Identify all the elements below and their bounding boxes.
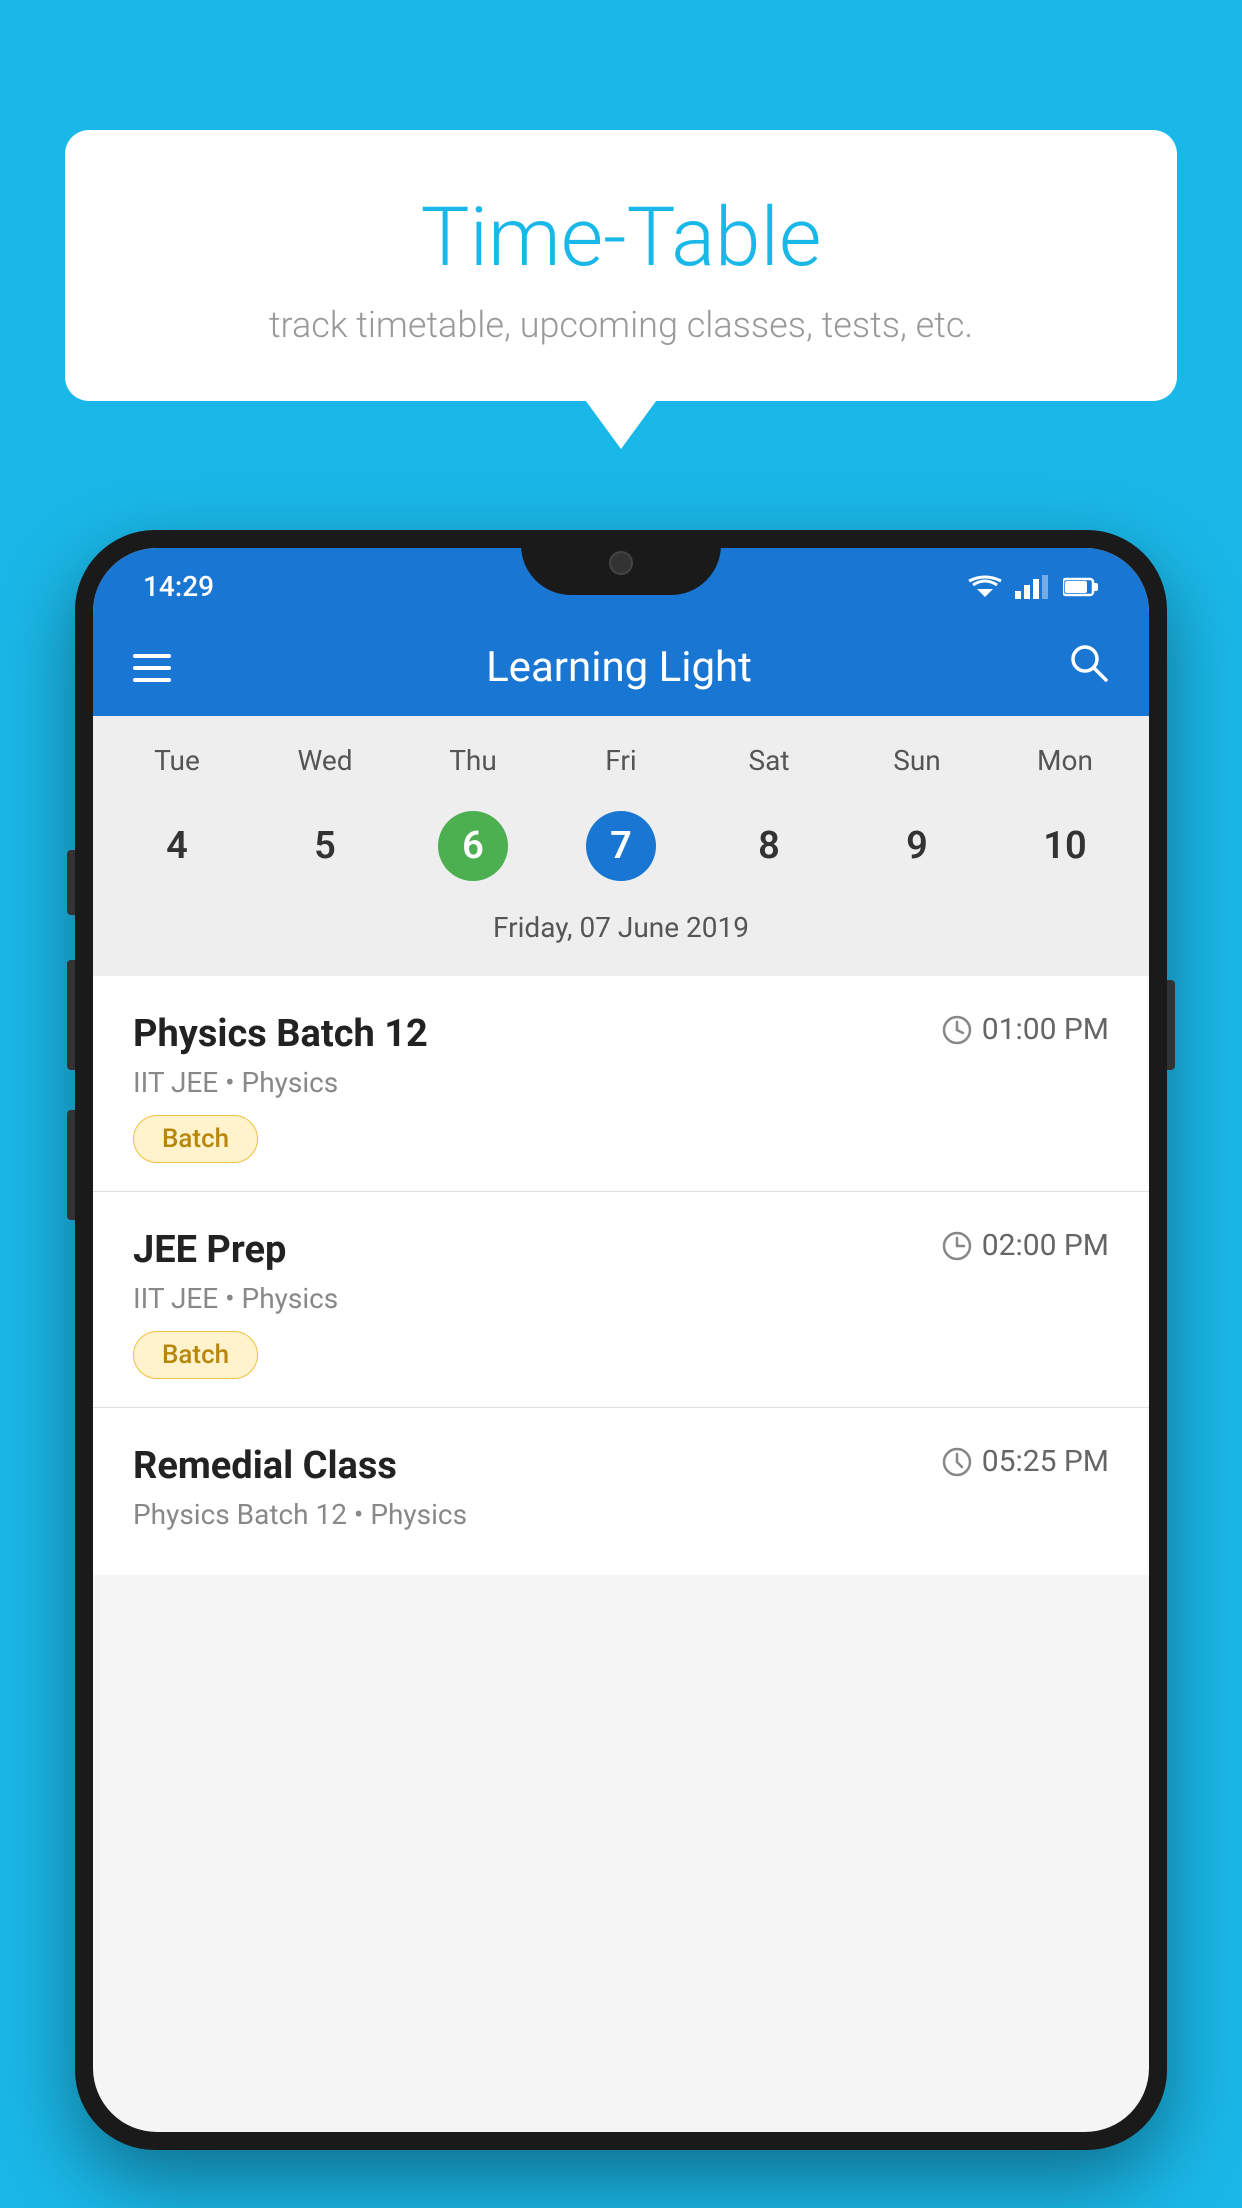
day-tue: Tue [103,736,251,785]
app-title: Learning Light [486,643,752,692]
bubble-subtitle: track timetable, upcoming classes, tests… [115,304,1127,346]
hamburger-line-1 [133,654,171,658]
volume-up-button [67,850,75,915]
date-8[interactable]: 8 [695,797,843,895]
status-icons [967,575,1099,599]
schedule-item-1-subtitle: IIT JEE • Physics [133,1066,1109,1099]
phone-notch [521,530,721,595]
schedule-item-1-header: Physics Batch 12 01:00 PM [133,1012,1109,1056]
clock-icon-2 [942,1231,972,1261]
schedule-item-3-subtitle: Physics Batch 12 • Physics [133,1498,1109,1531]
day-thu: Thu [399,736,547,785]
speech-bubble: Time-Table track timetable, upcoming cla… [65,130,1177,401]
schedule-item-1-title: Physics Batch 12 [133,1012,428,1056]
schedule-item-1-time-label: 01:00 PM [982,1012,1109,1047]
schedule-list: Physics Batch 12 01:00 PM IIT JEE • Phys… [93,976,1149,1575]
date-5[interactable]: 5 [251,797,399,895]
search-button[interactable] [1067,641,1109,694]
status-time: 14:29 [143,570,214,603]
date-10[interactable]: 10 [991,797,1139,895]
schedule-item-2-time-label: 02:00 PM [982,1228,1109,1263]
date-4[interactable]: 4 [103,797,251,895]
signal-icon [1015,575,1051,599]
date-9[interactable]: 9 [843,797,991,895]
schedule-item-2-subtitle: IIT JEE • Physics [133,1282,1109,1315]
hamburger-menu-button[interactable] [133,654,171,682]
clock-icon-1 [942,1015,972,1045]
day-mon: Mon [991,736,1139,785]
wifi-icon [967,575,1003,599]
front-camera [609,551,633,575]
schedule-item-3-time: 05:25 PM [942,1444,1109,1479]
schedule-item-3[interactable]: Remedial Class 05:25 PM Physics Batch 12… [93,1408,1149,1575]
silent-button [67,1110,75,1220]
clock-icon-3 [942,1447,972,1477]
schedule-item-2-tag: Batch [133,1331,258,1379]
phone-container: 14:29 [75,530,1167,2208]
dates-row: 4 5 6 7 8 9 10 [103,797,1139,895]
date-6[interactable]: 6 [399,797,547,895]
bubble-title: Time-Table [115,190,1127,286]
days-header: Tue Wed Thu Fri Sat Sun Mon [103,736,1139,785]
power-button [1167,980,1175,1070]
schedule-item-3-header: Remedial Class 05:25 PM [133,1444,1109,1488]
date-7[interactable]: 7 [547,797,695,895]
calendar-section: Tue Wed Thu Fri Sat Sun Mon 4 5 6 7 [93,716,1149,976]
volume-down-button [67,960,75,1070]
selected-date-label: Friday, 07 June 2019 [103,911,1139,956]
app-bar: Learning Light [93,619,1149,716]
phone-frame: 14:29 [75,530,1167,2150]
day-wed: Wed [251,736,399,785]
date-circle-today: 6 [438,811,508,881]
day-sun: Sun [843,736,991,785]
schedule-item-1[interactable]: Physics Batch 12 01:00 PM IIT JEE • Phys… [93,976,1149,1192]
schedule-item-1-time: 01:00 PM [942,1012,1109,1047]
schedule-item-3-time-label: 05:25 PM [982,1444,1109,1479]
schedule-item-2[interactable]: JEE Prep 02:00 PM IIT JEE • Physics Batc… [93,1192,1149,1408]
battery-icon [1063,575,1099,599]
day-sat: Sat [695,736,843,785]
phone-screen: 14:29 [93,548,1149,2132]
schedule-item-2-title: JEE Prep [133,1228,286,1272]
schedule-item-3-title: Remedial Class [133,1444,397,1488]
schedule-item-2-time: 02:00 PM [942,1228,1109,1263]
hamburger-line-3 [133,678,171,682]
date-circle-selected: 7 [586,811,656,881]
speech-bubble-container: Time-Table track timetable, upcoming cla… [65,130,1177,401]
schedule-item-2-header: JEE Prep 02:00 PM [133,1228,1109,1272]
day-fri: Fri [547,736,695,785]
hamburger-line-2 [133,666,171,670]
schedule-item-1-tag: Batch [133,1115,258,1163]
